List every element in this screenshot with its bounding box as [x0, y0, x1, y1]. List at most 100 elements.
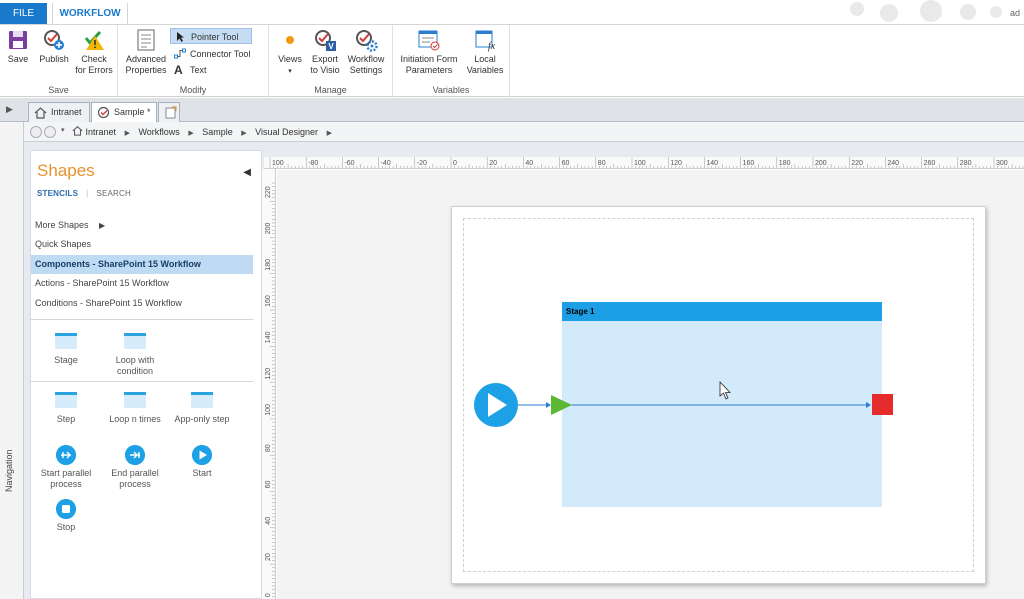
breadcrumb-item-workflows[interactable]: Workflows [138, 122, 179, 142]
divider [31, 381, 253, 382]
back-button[interactable] [30, 126, 42, 138]
ruler-tick-label: 200 [815, 160, 827, 167]
ruler-tick-label: -20 [417, 160, 427, 167]
shape-loop-n-times[interactable]: Loop n times [100, 392, 170, 425]
ruler-tick-label: 180 [779, 160, 791, 167]
doc-tab-label: Sample * [114, 107, 151, 117]
ruler-tick-label: -40 [381, 160, 391, 167]
breadcrumb-item-visual-designer[interactable]: Visual Designer [255, 122, 318, 142]
shape-stage[interactable]: Stage [31, 333, 101, 366]
shape-app-only-step[interactable]: App-only step [167, 392, 237, 425]
tab-file[interactable]: FILE [0, 3, 47, 24]
shape-start[interactable]: Start [167, 445, 237, 479]
workflow-icon [97, 106, 110, 119]
check-for-errors-button[interactable]: Check for Errors [72, 28, 116, 76]
divider [31, 319, 253, 320]
save-button[interactable]: Save [4, 28, 32, 65]
local-label-line1: Local [474, 54, 496, 64]
shape-label: Loop n times [109, 414, 161, 424]
connector-tool-button[interactable]: Connector Tool [170, 46, 265, 62]
stop-icon [56, 499, 76, 519]
shape-loop-with-condition[interactable]: Loop with condition [100, 333, 170, 377]
breadcrumb-separator-icon[interactable]: ▶ [327, 124, 332, 144]
shapes-title: Shapes [37, 161, 95, 180]
parallel-start-icon [56, 445, 76, 465]
tab-workflow[interactable]: WORKFLOW [52, 3, 128, 24]
views-button[interactable]: Views ▾ [273, 28, 307, 77]
advanced-properties-button[interactable]: Advanced Properties [122, 28, 170, 76]
views-icon [286, 36, 294, 44]
save-icon [9, 31, 27, 49]
stencil-actions[interactable]: Actions - SharePoint 15 Workflow [31, 274, 253, 293]
shape-label: App-only step [174, 414, 230, 424]
connector-icon [174, 48, 186, 59]
breadcrumb-separator-icon[interactable]: ▶ [188, 124, 193, 144]
check-errors-icon [84, 30, 104, 50]
app-step-shape-icon [191, 392, 213, 408]
ruler-tick-label: 40 [265, 517, 272, 525]
ruler-tick-label: 260 [924, 160, 936, 167]
ruler-tick-label: 160 [743, 160, 755, 167]
initiation-form-parameters-button[interactable]: Initiation Form Parameters [395, 28, 463, 76]
decorative-circle [880, 4, 898, 22]
shape-end-parallel[interactable]: End parallel process [100, 445, 170, 490]
shape-label: Start parallel [40, 468, 92, 478]
ruler-tick-label: 60 [562, 160, 570, 167]
shapes-panel: Shapes ◀ STENCILS | SEARCH More Shapes ▶ Q… [30, 150, 262, 599]
stencil-components[interactable]: Components - SharePoint 15 Workflow [31, 255, 253, 274]
pointer-tool-button[interactable]: Pointer Tool [170, 28, 252, 44]
ruler-tick-label: 100 [265, 404, 272, 416]
text-tool-button[interactable]: A Text [170, 62, 230, 78]
user-name[interactable]: ad [1010, 8, 1024, 18]
ruler-tick-label: 240 [887, 160, 899, 167]
navigation-pane-collapsed[interactable]: Navigation [0, 122, 24, 599]
ribbon: Save Publish Check for Errors Save Advan… [0, 24, 1024, 97]
collapse-panel-icon[interactable]: ◀ [243, 167, 251, 178]
ruler-tick-label: 220 [851, 160, 863, 167]
ruler-tick-label: 80 [265, 444, 272, 452]
breadcrumb-separator-icon[interactable]: ▶ [125, 124, 130, 144]
check-label-line2: for Errors [75, 65, 113, 75]
stage-header[interactable]: Stage 1 [562, 302, 882, 321]
breadcrumb-item-intranet[interactable]: Intranet [86, 122, 117, 142]
doc-tab-intranet[interactable]: Intranet [28, 102, 90, 122]
tab-search[interactable]: SEARCH [96, 189, 131, 198]
stencil-more-shapes[interactable]: More Shapes ▶ [31, 216, 253, 235]
text-tool-label: Text [190, 65, 207, 75]
home-icon [72, 126, 83, 136]
workflow-settings-button[interactable]: Workflow Settings [343, 28, 389, 76]
views-label: Views [278, 54, 302, 64]
horizontal-ruler: 100 -80 -60 -40 -20 0 20 40 60 80 100 120 140 160 180 2… [264, 157, 1024, 169]
ribbon-group-save: Save Publish Check for Errors Save [0, 25, 118, 97]
shape-label: Loop with [115, 355, 155, 365]
expand-arrow-icon[interactable]: ▶ [6, 104, 13, 115]
breadcrumb-item-sample[interactable]: Sample [202, 122, 233, 142]
local-label-line2: Variables [466, 65, 504, 75]
forward-button[interactable] [44, 126, 56, 138]
stage-shape[interactable]: Stage 1 [562, 302, 882, 507]
pointer-icon [177, 32, 184, 42]
local-variables-button[interactable]: fx Local Variables [465, 28, 505, 76]
doc-tab-sample[interactable]: Sample * [91, 102, 157, 122]
publish-button[interactable]: Publish [36, 28, 72, 65]
ruler-tick-label: 20 [265, 553, 272, 561]
export-to-visio-button[interactable]: V Export to Visio [307, 28, 343, 76]
shape-start-parallel[interactable]: Start parallel process [31, 445, 101, 490]
stencil-label: Components - SharePoint 15 Workflow [35, 259, 201, 269]
new-tab-button[interactable] [158, 102, 180, 122]
shape-step[interactable]: Step [31, 392, 101, 425]
breadcrumb-separator-icon[interactable]: ▶ [241, 124, 246, 144]
stencil-conditions[interactable]: Conditions - SharePoint 15 Workflow [31, 294, 253, 313]
history-dropdown-icon[interactable]: ▾ [61, 126, 65, 134]
svg-text:V: V [328, 42, 334, 51]
shape-label: condition [116, 366, 154, 376]
start-icon [192, 445, 212, 465]
initiation-form-icon [418, 30, 440, 51]
ruler-tick-label: 0 [265, 593, 272, 597]
variables-group-label: Variables [432, 85, 470, 95]
stencil-label: Quick Shapes [35, 239, 92, 249]
shape-stop[interactable]: Stop [31, 499, 101, 533]
stencil-quick-shapes[interactable]: Quick Shapes [31, 235, 253, 254]
tab-stencils[interactable]: STENCILS [37, 189, 78, 198]
parallel-end-icon [125, 445, 145, 465]
